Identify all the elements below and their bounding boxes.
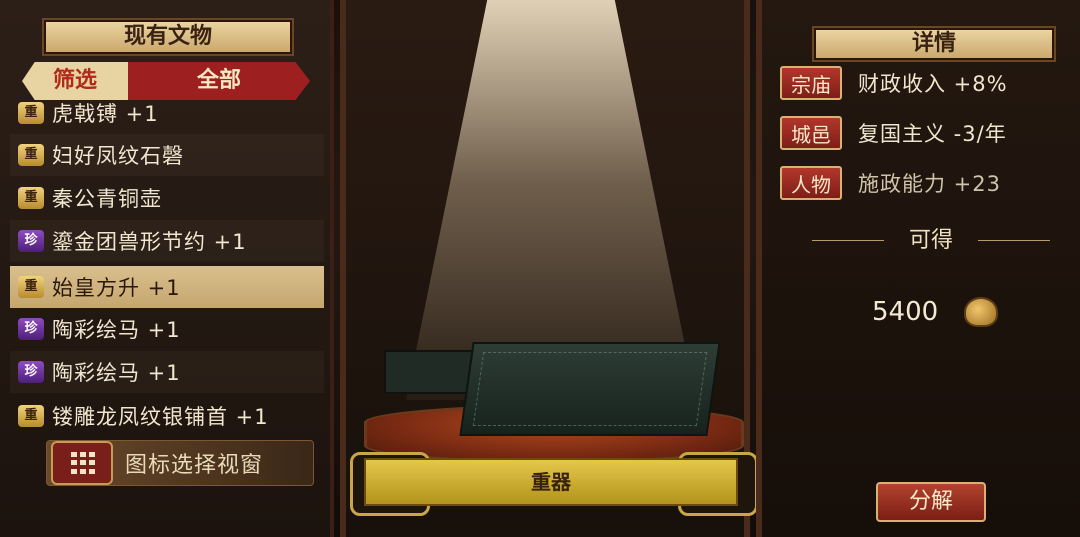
relic-list: 重 虎戟镈 +1 重 妇好凤纹石磬 重 秦公青铜壶 珍 鎏金团兽形节约 +1 重… bbox=[10, 100, 324, 438]
list-item[interactable]: 重 虎戟镈 +1 bbox=[10, 100, 324, 134]
list-item[interactable]: 重 秦公青铜壶 bbox=[10, 177, 324, 219]
detail-tag: 宗庙 bbox=[780, 66, 842, 100]
obtainable-label: 可得 bbox=[908, 228, 953, 253]
filter-bar[interactable]: 筛选 全部 bbox=[22, 62, 310, 100]
detail-tag: 城邑 bbox=[780, 116, 842, 150]
list-item[interactable]: 重 镂雕龙凤纹银铺首 +1 bbox=[10, 395, 324, 437]
detail-row: 城邑 复国主义 -3/年 bbox=[780, 114, 1080, 152]
icon-select-label: 图标选择视窗 bbox=[125, 453, 264, 478]
relic-name: 虎戟镈 +1 bbox=[52, 102, 159, 126]
panel-title: 现有文物 bbox=[123, 24, 212, 49]
rarity-badge: 珍 bbox=[18, 318, 44, 340]
rarity-badge: 重 bbox=[18, 276, 44, 298]
list-item-selected[interactable]: 重 始皇方升 +1 bbox=[10, 266, 324, 308]
relic-list-panel: 现有文物 筛选 全部 重 虎戟镈 +1 重 妇好凤纹石磬 重 秦公青铜壶 珍 鎏… bbox=[0, 0, 334, 537]
detail-tag: 人物 bbox=[780, 166, 842, 200]
filter-dropdown[interactable]: 全部 bbox=[128, 62, 310, 100]
rarity-badge: 重 bbox=[18, 102, 44, 124]
game-screen: 现有文物 筛选 全部 重 虎戟镈 +1 重 妇好凤纹石磬 重 秦公青铜壶 珍 鎏… bbox=[0, 0, 1080, 537]
rarity-badge: 珍 bbox=[18, 230, 44, 252]
detail-row: 宗庙 财政收入 +8% bbox=[780, 64, 1080, 102]
rarity-badge: 重 bbox=[18, 144, 44, 166]
reward-amount: 5400 bbox=[872, 297, 939, 327]
decompose-button[interactable]: 分解 bbox=[876, 482, 986, 522]
grid-icon[interactable] bbox=[51, 441, 113, 485]
detail-value: 财政收入 +8% bbox=[858, 72, 1008, 96]
list-item[interactable]: 重 妇好凤纹石磬 bbox=[10, 134, 324, 176]
category-label: 重器 bbox=[364, 458, 738, 506]
detail-title: 详情 bbox=[911, 31, 956, 56]
detail-row: 人物 施政能力 +23 bbox=[780, 164, 1080, 202]
list-item[interactable]: 珍 陶彩绘马 +1 bbox=[10, 351, 324, 393]
detail-value: 复国主义 -3/年 bbox=[858, 122, 1007, 146]
relic-name: 陶彩绘马 +1 bbox=[52, 361, 181, 385]
relic-name: 秦公青铜壶 bbox=[52, 187, 162, 211]
relic-display-stage: 重器 bbox=[340, 0, 758, 537]
list-item[interactable]: 珍 鎏金团兽形节约 +1 bbox=[10, 220, 324, 262]
relic-name: 陶彩绘马 +1 bbox=[52, 318, 181, 342]
relic-model[interactable] bbox=[459, 342, 721, 436]
panel-title-plaque: 现有文物 bbox=[42, 18, 294, 56]
detail-title-plaque: 详情 bbox=[812, 26, 1056, 62]
list-item[interactable]: 珍 陶彩绘马 +1 bbox=[10, 308, 324, 350]
detail-panel: 详情 宗庙 财政收入 +8% 城邑 复国主义 -3/年 人物 施政能力 +23 … bbox=[756, 0, 1080, 537]
relic-name: 妇好凤纹石磬 bbox=[52, 144, 184, 168]
currency-icon bbox=[964, 297, 999, 327]
relic-name: 鎏金团兽形节约 +1 bbox=[52, 230, 247, 254]
relic-name: 镂雕龙凤纹银铺首 +1 bbox=[52, 405, 269, 429]
obtainable-divider: 可得 bbox=[812, 226, 1050, 256]
icon-select-toggle[interactable]: 图标选择视窗 bbox=[46, 440, 314, 486]
detail-value: 施政能力 +23 bbox=[858, 172, 1001, 196]
relic-name: 始皇方升 +1 bbox=[52, 276, 181, 300]
rarity-badge: 重 bbox=[18, 187, 44, 209]
rarity-badge: 珍 bbox=[18, 361, 44, 383]
filter-label[interactable]: 筛选 bbox=[22, 62, 128, 100]
rarity-badge: 重 bbox=[18, 405, 44, 427]
reward: 5400 bbox=[872, 292, 1022, 332]
spotlight-beam bbox=[406, 0, 696, 400]
